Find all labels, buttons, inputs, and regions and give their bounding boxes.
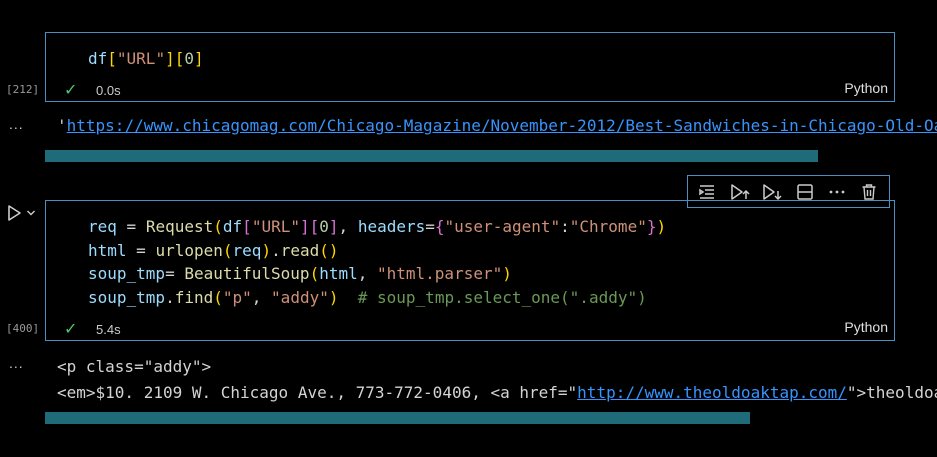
cell-status-2: ✓ 5.4s <box>64 319 121 339</box>
run-icon[interactable] <box>6 204 22 222</box>
language-picker[interactable]: Python <box>844 80 888 96</box>
code-editor-1[interactable]: df["URL"][0] <box>88 47 204 71</box>
output-line-2-prefix: <em>$10. 2109 W. Chicago Ave., 773-772-0… <box>57 383 578 402</box>
output-url-link[interactable]: https://www.chicagomag.com/Chicago-Magaz… <box>67 116 937 135</box>
output-scrollbar[interactable] <box>45 412 750 424</box>
execution-count: [212] <box>6 83 40 96</box>
output-more-icon[interactable]: ... <box>9 116 24 132</box>
output-more-icon[interactable]: ... <box>9 355 24 371</box>
chevron-down-icon[interactable] <box>26 208 36 218</box>
cell-output-1: 'https://www.chicagomag.com/Chicago-Maga… <box>57 116 937 135</box>
output-link[interactable]: http://www.theoldoaktap.com/ <box>577 383 847 402</box>
code-cell-1[interactable]: df["URL"][0] ✓ 0.0s Python <box>45 32 895 102</box>
check-icon: ✓ <box>64 321 78 338</box>
execution-duration: 5.4s <box>96 321 121 337</box>
execution-duration: 0.0s <box>96 82 121 98</box>
check-icon: ✓ <box>64 82 78 99</box>
output-quote: ' <box>57 116 67 135</box>
code-cell-2[interactable]: req = Request(df["URL"][0], headers={"us… <box>45 200 895 341</box>
run-cell-control[interactable] <box>6 204 36 222</box>
execution-count: [400] <box>6 322 40 335</box>
cell-status-1: ✓ 0.0s <box>64 80 121 100</box>
output-line-2-suffix: ">theoldoaktap.com</a></em> <box>846 383 937 402</box>
cell-output-2: <p class="addy"> <em>$10. 2109 W. Chicag… <box>57 354 937 406</box>
output-line-1: <p class="addy"> <box>57 357 212 376</box>
output-scrollbar[interactable] <box>45 150 818 162</box>
code-editor-2[interactable]: req = Request(df["URL"][0], headers={"us… <box>88 215 666 309</box>
language-picker[interactable]: Python <box>844 319 888 335</box>
